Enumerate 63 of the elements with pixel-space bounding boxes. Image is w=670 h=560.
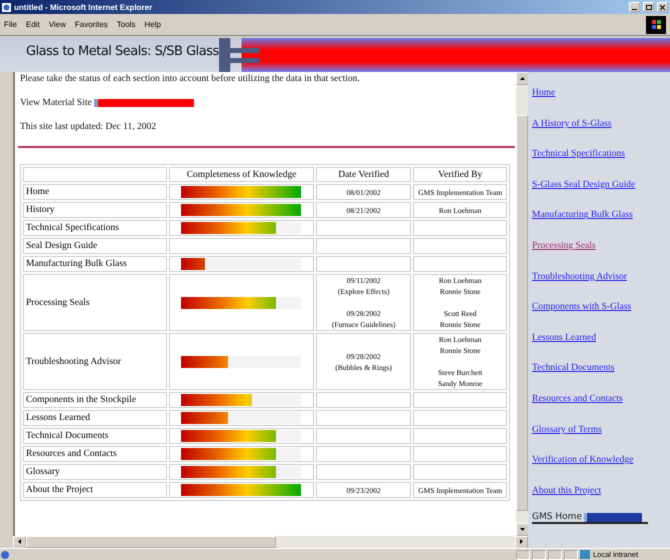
scroll-left-button[interactable] [13, 536, 26, 549]
section-cell: Home [23, 184, 168, 200]
nav-link[interactable]: Home [532, 88, 556, 98]
browser-icon [2, 2, 11, 12]
nav-link[interactable]: Glossary of Terms [532, 424, 602, 435]
maximize-icon [646, 4, 652, 10]
menu-item[interactable]: Help [144, 20, 161, 29]
nav-link[interactable]: Processing Seals [532, 240, 596, 251]
nav-link[interactable]: S-Glass Seal Design Guide [532, 180, 636, 190]
right-arrow-icon [520, 539, 523, 544]
menu-item[interactable]: File [4, 20, 17, 29]
nav-link[interactable]: Lessons Learned [532, 332, 596, 343]
section-cell: Manufacturing Bulk Glass [23, 256, 168, 272]
bar-graphic [584, 512, 642, 522]
section-cell: Resources and Contacts [23, 446, 168, 462]
window-title: untitled - Microsoft Internet Explorer [14, 2, 154, 12]
down-arrow-icon [520, 528, 525, 530]
scroll-down-button[interactable] [516, 523, 529, 536]
section-cell: Technical Documents [23, 428, 168, 444]
menu-item[interactable]: View [48, 20, 66, 29]
column-header: Verified By [413, 167, 507, 182]
nav-link[interactable]: Resources and Contacts [532, 394, 623, 404]
home-link[interactable]: GMS Home [532, 512, 648, 524]
menu-item[interactable]: Edit [26, 20, 40, 29]
section-cell: History [23, 202, 168, 218]
section-cell: Troubleshooting Advisor [23, 333, 168, 390]
section-cell: Technical Specifications [23, 220, 168, 236]
page-icon [0, 550, 10, 560]
windows-logo-icon [646, 16, 666, 34]
nav-link[interactable]: About this Project [532, 486, 602, 496]
scroll-right-button[interactable] [515, 536, 528, 549]
section-cell: Seal Design Guide [23, 238, 168, 254]
scroll-thumb[interactable] [516, 115, 528, 511]
nav-link[interactable]: Components with S-Glass [532, 302, 632, 312]
nav-link[interactable]: Technical Documents [532, 363, 614, 374]
column-header: Date Verified [316, 167, 412, 182]
section-cell: Components in the Stockpile [23, 392, 168, 408]
horizontal-scrollbar[interactable] [13, 536, 528, 548]
label-text: View Material Site [20, 98, 92, 108]
section-cell: Lessons Learned [23, 410, 168, 426]
nav-link[interactable]: Troubleshooting Advisor [532, 272, 627, 282]
section-cell: Processing Seals [23, 274, 168, 331]
minimize-button[interactable] [629, 2, 640, 12]
nav-link[interactable]: Technical Specifications [532, 149, 625, 160]
close-icon [660, 4, 665, 10]
section-cell: Glossary [23, 464, 168, 480]
close-button[interactable] [657, 2, 668, 12]
nav-link[interactable]: Manufacturing Bulk Glass [532, 210, 633, 220]
menu-item[interactable]: Favorites [74, 20, 108, 29]
updated-text: This site last updated: Dec 11, 2002 [20, 122, 158, 132]
site-title: Glass to Metal Seals: S/SB Glass [25, 43, 219, 61]
left-arrow-icon [18, 539, 21, 544]
maximize-button[interactable] [643, 2, 654, 12]
vertical-scrollbar[interactable] [515, 72, 528, 536]
nav-link[interactable]: Verification of Knowledge [532, 455, 634, 466]
notice-text: Please take the status of each section into account before utilizing the data in that section. [20, 74, 361, 84]
scroll-up-button[interactable] [516, 72, 529, 85]
horizontal-scroll-thumb[interactable] [26, 536, 276, 548]
menu-item[interactable]: Tools [116, 20, 136, 29]
section-cell: About the Project [23, 482, 168, 498]
up-arrow-icon [520, 76, 525, 80]
nav-link[interactable]: A History of S-Glass [532, 118, 612, 129]
column-header: Completeness of Knowledge [169, 167, 314, 182]
